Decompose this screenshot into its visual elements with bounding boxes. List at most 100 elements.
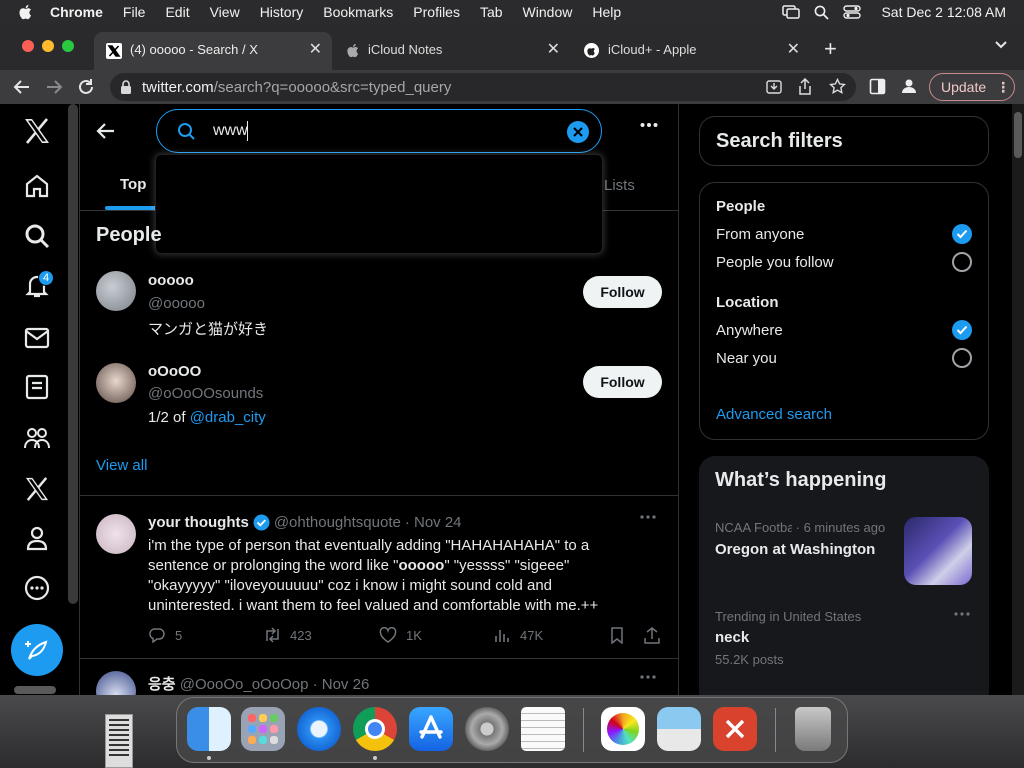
trend-thumbnail-image[interactable] — [904, 517, 972, 585]
app-store-app-icon[interactable] — [409, 707, 453, 751]
profile-person-icon[interactable] — [22, 523, 52, 553]
trend-more-icon[interactable] — [954, 611, 970, 617]
trend-headline[interactable]: Oregon at Washington — [715, 541, 875, 558]
spotlight-search-icon[interactable] — [814, 5, 830, 20]
maximize-window-button[interactable] — [62, 40, 74, 52]
avatar[interactable] — [96, 271, 136, 311]
tweet-more-icon[interactable] — [640, 514, 656, 520]
views-action[interactable]: 47K — [494, 627, 543, 643]
tab-close-icon[interactable]: ✕ — [787, 39, 800, 59]
tab-top[interactable]: Top — [120, 176, 146, 193]
search-suggestions-dropdown[interactable] — [155, 154, 603, 254]
address-bar[interactable]: twitter.com/search?q=ooooo&src=typed_que… — [110, 73, 856, 101]
avatar[interactable] — [96, 671, 136, 695]
tweet-date[interactable]: · Nov 24 — [405, 514, 462, 531]
chrome-app-icon[interactable] — [353, 707, 397, 751]
bookmark-star-icon[interactable] — [829, 78, 846, 95]
bookmark-icon[interactable] — [610, 627, 624, 644]
tweet-author-name[interactable]: 응충 — [148, 676, 176, 693]
menu-bookmarks[interactable]: Bookmarks — [323, 4, 393, 20]
app-name-menu[interactable]: Chrome — [50, 4, 103, 20]
retweet-action[interactable]: 423 — [263, 627, 312, 643]
user-handle[interactable]: @ooooo — [148, 295, 205, 312]
clear-search-icon[interactable] — [567, 121, 589, 143]
share-icon[interactable] — [798, 78, 812, 96]
like-action[interactable]: 1K — [379, 627, 422, 643]
menu-profiles[interactable]: Profiles — [413, 4, 460, 20]
new-tab-button[interactable]: + — [824, 36, 837, 62]
horizontal-scrollbar[interactable] — [14, 686, 56, 694]
menu-edit[interactable]: Edit — [165, 4, 189, 20]
tab-close-icon[interactable]: ✕ — [309, 39, 322, 59]
side-panel-icon[interactable] — [869, 78, 886, 95]
menu-help[interactable]: Help — [592, 4, 621, 20]
back-icon[interactable] — [12, 77, 32, 97]
search-input[interactable]: www — [156, 109, 602, 153]
reload-icon[interactable] — [76, 77, 96, 97]
communities-icon[interactable] — [22, 423, 52, 453]
tab-icloud-notes[interactable]: iCloud Notes ✕ — [334, 32, 572, 70]
from-anyone-option[interactable]: From anyone — [716, 226, 804, 243]
follow-button[interactable]: Follow — [583, 276, 662, 308]
tab-lists[interactable]: Lists — [604, 177, 635, 194]
more-horizontal-icon[interactable] — [640, 122, 658, 128]
minimize-window-button[interactable] — [42, 40, 54, 52]
tab-icloud-plus[interactable]: iCloud+ - Apple ✕ — [574, 32, 812, 70]
system-settings-app-icon[interactable] — [465, 707, 509, 751]
menu-file[interactable]: File — [123, 4, 146, 20]
avatar[interactable] — [96, 363, 136, 403]
tab-x-search[interactable]: (4) ooooo - Search / X ✕ — [94, 32, 332, 70]
trash-app-icon[interactable] — [795, 707, 831, 751]
advanced-search-link[interactable]: Advanced search — [716, 406, 832, 423]
apple-icon[interactable] — [18, 4, 32, 20]
textedit-app-icon[interactable] — [521, 707, 565, 751]
x-logo-icon[interactable] — [20, 114, 54, 148]
profile-icon[interactable] — [900, 77, 918, 95]
menu-history[interactable]: History — [260, 4, 304, 20]
photos-app-icon[interactable] — [601, 707, 645, 751]
screen-mirror-icon[interactable] — [782, 5, 801, 19]
back-arrow-icon[interactable] — [96, 122, 116, 140]
messages-mail-icon[interactable] — [22, 323, 52, 353]
people-you-follow-option[interactable]: People you follow — [716, 254, 834, 271]
desktop-document-icon[interactable] — [105, 714, 133, 768]
tweet-author-handle[interactable]: @OooOo_oOoOop — [180, 676, 309, 693]
finder-app-icon[interactable] — [187, 707, 231, 751]
launchpad-app-icon[interactable] — [241, 707, 285, 751]
tab-close-icon[interactable]: ✕ — [547, 39, 560, 59]
tweet-author-handle[interactable]: @ohthoughtsquote — [274, 514, 401, 531]
menubar-clock[interactable]: Sat Dec 2 12:08 AM — [881, 4, 1006, 20]
follow-button[interactable]: Follow — [583, 366, 662, 398]
page-scrollbar-track[interactable] — [1012, 104, 1024, 695]
people-you-follow-radio[interactable] — [952, 252, 972, 272]
lock-icon[interactable] — [120, 80, 132, 94]
reply-action[interactable]: 5 — [148, 627, 182, 643]
bio-mention-link[interactable]: @drab_city — [190, 409, 266, 426]
lists-icon[interactable] — [22, 372, 52, 402]
control-center-icon[interactable] — [843, 5, 862, 19]
tweet-author-name[interactable]: your thoughts — [148, 514, 249, 531]
explore-search-icon[interactable] — [22, 221, 52, 251]
trend-headline[interactable]: neck — [715, 629, 749, 646]
near-you-radio[interactable] — [952, 348, 972, 368]
close-window-button[interactable] — [22, 40, 34, 52]
forward-icon[interactable] — [44, 77, 64, 97]
user-name[interactable]: oOoOO — [148, 363, 201, 380]
update-button[interactable]: Update ⋮ — [929, 73, 1015, 101]
install-app-icon[interactable] — [766, 79, 782, 95]
page-scrollbar-thumb[interactable] — [1014, 112, 1022, 158]
menu-tab[interactable]: Tab — [480, 4, 503, 20]
tab-search-chevron-icon[interactable] — [994, 40, 1008, 50]
safari-app-icon[interactable] — [297, 707, 341, 751]
near-you-option[interactable]: Near you — [716, 350, 777, 367]
post-button[interactable] — [11, 624, 63, 676]
home-icon[interactable] — [22, 171, 52, 201]
remote-desktop-app-icon[interactable] — [713, 707, 757, 751]
view-all-link[interactable]: View all — [96, 457, 147, 474]
share-tweet-icon[interactable] — [644, 627, 660, 644]
tweet-more-icon[interactable] — [640, 674, 656, 680]
from-anyone-checked-icon[interactable] — [952, 224, 972, 244]
user-name[interactable]: ooooo — [148, 272, 194, 289]
avatar[interactable] — [96, 514, 136, 554]
preview-app-icon[interactable] — [657, 707, 701, 751]
